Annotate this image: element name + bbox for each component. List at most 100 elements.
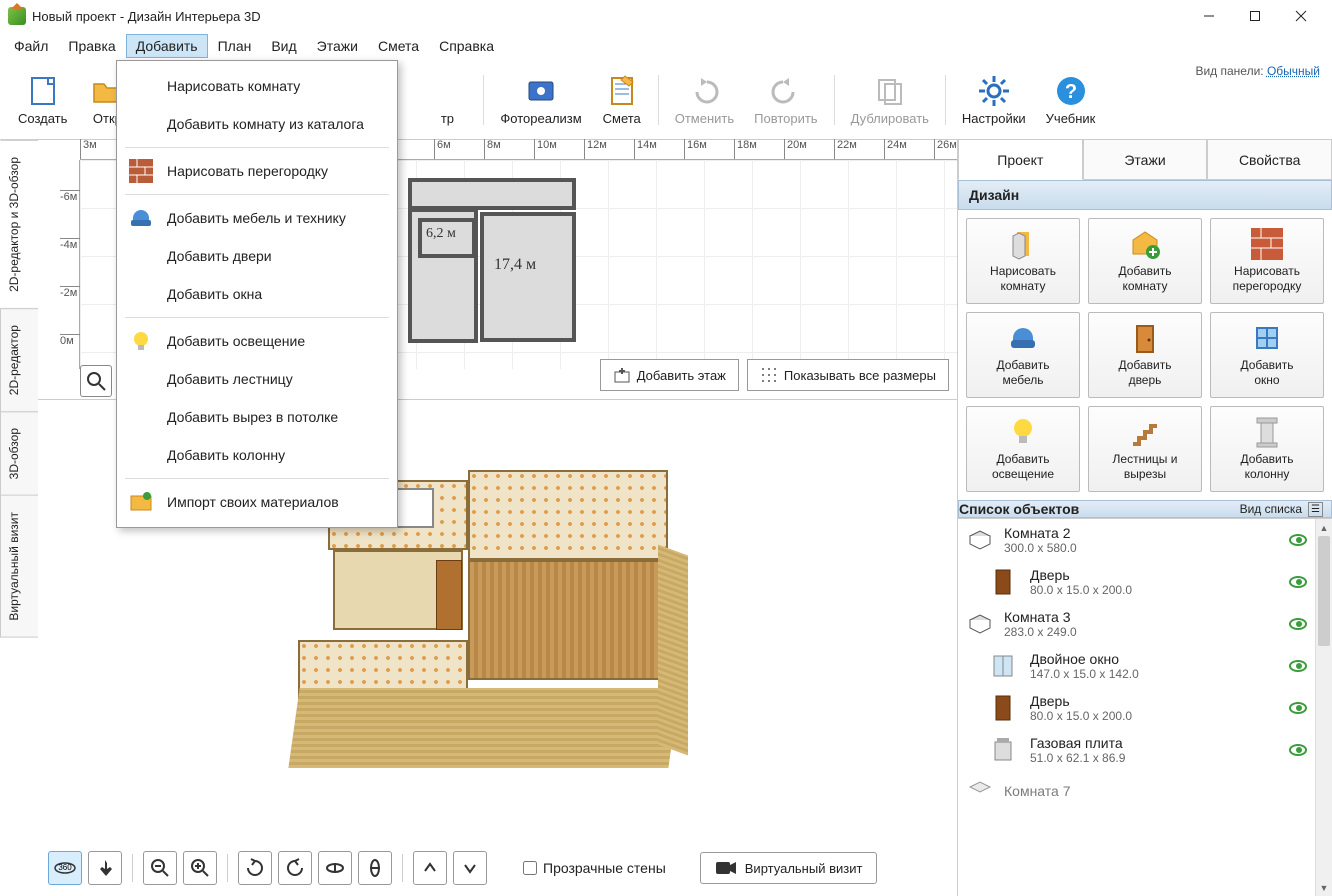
tilt-down-button[interactable] bbox=[318, 851, 352, 885]
dd-separator bbox=[125, 194, 389, 195]
toolbar-settings[interactable]: Настройки bbox=[952, 69, 1036, 130]
tilt-up-button[interactable] bbox=[358, 851, 392, 885]
dd-add-cutout[interactable]: Добавить вырез в потолке bbox=[117, 398, 397, 436]
add-floor-button[interactable]: Добавить этаж bbox=[600, 359, 739, 391]
design-add-window[interactable]: Добавитьокно bbox=[1210, 312, 1324, 398]
list-item[interactable]: Газовая плита51.0 x 62.1 x 86.9 bbox=[958, 729, 1315, 771]
objlist-view-link[interactable]: Вид списка bbox=[1240, 502, 1302, 516]
maximize-button[interactable] bbox=[1232, 0, 1278, 32]
dd-import-materials[interactable]: Импорт своих материалов bbox=[117, 483, 397, 521]
design-draw-room[interactable]: Нарисоватькомнату bbox=[966, 218, 1080, 304]
objlist-header: Список объектов Вид списка ☰ bbox=[958, 500, 1332, 518]
window-title: Новый проект - Дизайн Интерьера 3D bbox=[32, 9, 1186, 24]
titlebar: Новый проект - Дизайн Интерьера 3D bbox=[0, 0, 1332, 32]
toolbar-budget[interactable]: Смета bbox=[592, 69, 652, 130]
menu-edit[interactable]: Правка bbox=[58, 34, 125, 58]
menu-help[interactable]: Справка bbox=[429, 34, 504, 58]
list-item[interactable]: Комната 3283.0 x 249.0 bbox=[958, 603, 1315, 645]
menu-view[interactable]: Вид bbox=[261, 34, 306, 58]
zoom-in-button[interactable] bbox=[183, 851, 217, 885]
visibility-icon[interactable] bbox=[1289, 702, 1307, 714]
dd-add-stairs[interactable]: Добавить лестницу bbox=[117, 360, 397, 398]
minimize-button[interactable] bbox=[1186, 0, 1232, 32]
design-add-column[interactable]: Добавитьколонну bbox=[1210, 406, 1324, 492]
virtual-visit-button[interactable]: Виртуальный визит bbox=[700, 852, 878, 884]
dd-separator bbox=[125, 478, 389, 479]
visibility-icon[interactable] bbox=[1289, 534, 1307, 546]
toolbar-separator bbox=[945, 75, 946, 125]
app-icon bbox=[8, 7, 26, 25]
toolbar-photoreal[interactable]: Фотореализм bbox=[490, 69, 591, 130]
toolbar-duplicate[interactable]: Дублировать bbox=[841, 69, 939, 130]
dd-catalog-room[interactable]: Добавить комнату из каталога bbox=[117, 105, 397, 143]
list-item[interactable]: Дверь80.0 x 15.0 x 200.0 bbox=[958, 561, 1315, 603]
design-add-door[interactable]: Добавитьдверь bbox=[1088, 312, 1202, 398]
scroll-up-icon[interactable]: ▲ bbox=[1316, 519, 1332, 536]
dd-add-windows[interactable]: Добавить окна bbox=[117, 275, 397, 313]
zoom-out-button[interactable] bbox=[143, 851, 177, 885]
design-add-lighting[interactable]: Добавитьосвещение bbox=[966, 406, 1080, 492]
design-add-furniture[interactable]: Добавитьмебель bbox=[966, 312, 1080, 398]
panel-mode: Вид панели: Обычный bbox=[1195, 64, 1320, 78]
toolbar-create[interactable]: Создать bbox=[8, 69, 77, 130]
design-add-room[interactable]: Добавитькомнату bbox=[1088, 218, 1202, 304]
vtab-3d[interactable]: 3D-обзор bbox=[0, 411, 38, 496]
list-item[interactable]: Дверь80.0 x 15.0 x 200.0 bbox=[958, 687, 1315, 729]
toolbar-hidden-item[interactable]: тр bbox=[417, 69, 477, 130]
dd-draw-room[interactable]: Нарисовать комнату bbox=[117, 67, 397, 105]
design-grid: Нарисоватькомнату Добавитькомнату Нарисо… bbox=[958, 210, 1332, 500]
close-button[interactable] bbox=[1278, 0, 1324, 32]
toolbar-help[interactable]: ?Учебник bbox=[1036, 69, 1106, 130]
vtab-2d[interactable]: 2D-редактор bbox=[0, 308, 38, 412]
dd-add-lighting[interactable]: Добавить освещение bbox=[117, 322, 397, 360]
transparent-walls-checkbox[interactable]: Прозрачные стены bbox=[523, 860, 666, 876]
dd-separator bbox=[125, 317, 389, 318]
rotate-cw-button[interactable] bbox=[278, 851, 312, 885]
tab-properties[interactable]: Свойства bbox=[1207, 140, 1332, 180]
list-view-icon[interactable]: ☰ bbox=[1308, 502, 1323, 517]
vtab-virtual[interactable]: Виртуальный визит bbox=[0, 495, 38, 638]
zoom-tool[interactable] bbox=[80, 365, 112, 397]
menu-add[interactable]: Добавить bbox=[126, 34, 208, 58]
rotate-360-button[interactable]: 360 bbox=[48, 851, 82, 885]
toolbar-undo[interactable]: Отменить bbox=[665, 69, 744, 130]
menu-file[interactable]: Файл bbox=[4, 34, 58, 58]
rotate-ccw-button[interactable] bbox=[238, 851, 272, 885]
visibility-icon[interactable] bbox=[1289, 660, 1307, 672]
panel-mode-link[interactable]: Обычный bbox=[1267, 64, 1320, 78]
dd-draw-wall[interactable]: Нарисовать перегородку bbox=[117, 152, 397, 190]
show-dimensions-button[interactable]: Показывать все размеры bbox=[747, 359, 949, 391]
menu-floors[interactable]: Этажи bbox=[307, 34, 368, 58]
design-draw-wall[interactable]: Нарисоватьперегородку bbox=[1210, 218, 1324, 304]
design-stairs[interactable]: Лестницы ивырезы bbox=[1088, 406, 1202, 492]
visibility-icon[interactable] bbox=[1289, 576, 1307, 588]
list-item[interactable]: Комната 2300.0 x 580.0 bbox=[958, 519, 1315, 561]
toolbar-separator bbox=[658, 75, 659, 125]
visibility-icon[interactable] bbox=[1289, 744, 1307, 756]
arrow-up-button[interactable] bbox=[413, 851, 447, 885]
tab-project[interactable]: Проект bbox=[958, 140, 1083, 180]
scrollbar[interactable]: ▲ ▼ bbox=[1315, 519, 1332, 896]
dd-add-column[interactable]: Добавить колонну bbox=[117, 436, 397, 474]
toolbar-separator bbox=[483, 75, 484, 125]
dd-add-doors[interactable]: Добавить двери bbox=[117, 237, 397, 275]
svg-text:?: ? bbox=[1064, 81, 1076, 103]
scroll-down-icon[interactable]: ▼ bbox=[1316, 879, 1332, 896]
menu-budget[interactable]: Смета bbox=[368, 34, 429, 58]
vtab-2d-3d[interactable]: 2D-редактор и 3D-обзор bbox=[0, 140, 38, 309]
menu-plan[interactable]: План bbox=[208, 34, 262, 58]
list-item[interactable]: Комната 7 bbox=[958, 771, 1315, 811]
dd-add-furniture[interactable]: Добавить мебель и технику bbox=[117, 199, 397, 237]
visibility-icon[interactable] bbox=[1289, 618, 1307, 630]
scroll-thumb[interactable] bbox=[1318, 536, 1330, 646]
add-dropdown: Нарисовать комнату Добавить комнату из к… bbox=[116, 60, 398, 528]
toolbar-redo[interactable]: Повторить bbox=[744, 69, 827, 130]
dd-separator bbox=[125, 147, 389, 148]
object-list: Комната 2300.0 x 580.0 Дверь80.0 x 15.0 … bbox=[958, 518, 1332, 896]
camera-icon bbox=[715, 860, 737, 876]
list-item[interactable]: Двойное окно147.0 x 15.0 x 142.0 bbox=[958, 645, 1315, 687]
pan-button[interactable] bbox=[88, 851, 122, 885]
arrow-down-button[interactable] bbox=[453, 851, 487, 885]
tab-floors[interactable]: Этажи bbox=[1083, 140, 1208, 180]
floor-plan[interactable]: 6,2 м 17,4 м bbox=[408, 178, 578, 343]
